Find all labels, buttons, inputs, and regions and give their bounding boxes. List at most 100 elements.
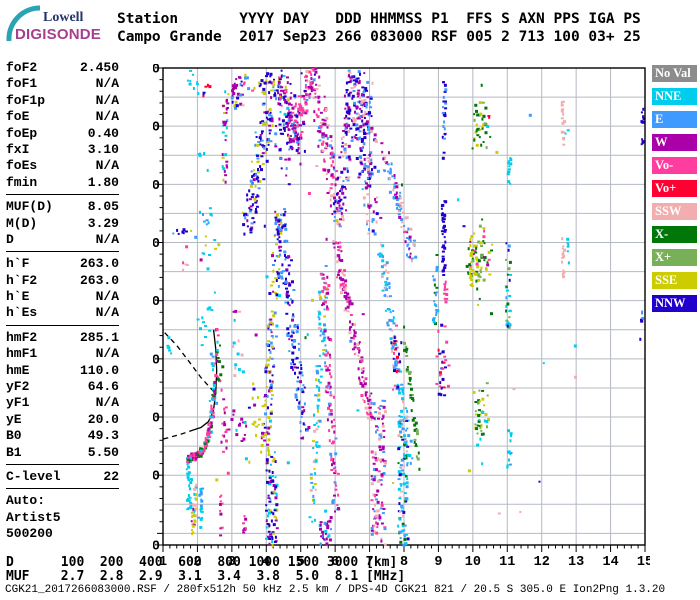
parameter-row: foE N/A xyxy=(6,109,119,125)
parameter-label: hmF1 xyxy=(6,346,38,362)
parameter-value: N/A xyxy=(95,158,119,174)
autoscaling-info-line: Auto: xyxy=(6,493,46,509)
parameter-value: 110.0 xyxy=(79,362,119,378)
legend-item-x-: X- xyxy=(652,226,697,243)
parameter-value: 3.10 xyxy=(87,141,119,157)
parameter-row: hmF2 285.1 xyxy=(6,330,119,346)
muf-row: MUF 2.7 2.8 2.9 3.1 3.4 3.8 5.0 8.1 [MHz… xyxy=(6,568,406,584)
panel-divider xyxy=(6,463,119,465)
parameter-row: h`F 263.0 xyxy=(6,256,119,272)
x-axis-label-12: 12 xyxy=(534,555,550,570)
legend-item-vo-: Vo- xyxy=(652,157,697,174)
parameter-row: hmF1 N/A xyxy=(6,346,119,362)
parameter-label: C-level xyxy=(6,468,61,484)
logo-digisonde-text: DIGISONDE xyxy=(15,26,101,43)
legend-item-ssw: SSW xyxy=(652,203,697,220)
parameter-row: fxI 3.10 xyxy=(6,142,119,158)
ionogram-plot: 9008007006005004003002008012345678910111… xyxy=(153,64,650,570)
legend-item-nne: NNE xyxy=(652,88,697,105)
parameter-value: 22 xyxy=(103,468,119,484)
x-axis-label-14: 14 xyxy=(602,555,618,570)
parameter-label: foE xyxy=(6,109,30,125)
status-line: CGK21_2017266083000.RSF / 280fx512h 50 k… xyxy=(5,584,666,596)
profile-dashed-upper xyxy=(164,332,216,394)
parameter-label: h`E xyxy=(6,289,30,305)
parameter-row: foEp 0.40 xyxy=(6,126,119,142)
legend-item-w: W xyxy=(652,134,697,151)
panel-divider xyxy=(6,194,119,196)
parameter-value: N/A xyxy=(95,92,119,108)
legend-item-x+: X+ xyxy=(652,249,697,266)
parameter-label: foF1 xyxy=(6,76,38,92)
x-axis-label-11: 11 xyxy=(499,555,515,570)
panel-divider xyxy=(6,324,119,326)
parameter-label: foF1p xyxy=(6,92,46,108)
x-axis-label-9: 9 xyxy=(434,555,442,570)
parameter-row: h`Es N/A xyxy=(6,305,119,321)
parameter-row: foF2 2.450 xyxy=(6,60,119,76)
parameter-label: hmE xyxy=(6,362,30,378)
parameter-label: yE xyxy=(6,411,22,427)
header-line-1: Station YYYY DAY DDD HHMMSS P1 FFS S AXN… xyxy=(117,11,641,27)
y-axis-label-300: 300 xyxy=(153,412,160,427)
parameter-label: M(D) xyxy=(6,215,38,231)
parameter-label: hmF2 xyxy=(6,329,38,345)
parameter-value: 1.80 xyxy=(87,174,119,190)
parameter-row: yF2 64.6 xyxy=(6,379,119,395)
parameter-value: 0.40 xyxy=(87,125,119,141)
parameter-value: N/A xyxy=(95,231,119,247)
parameter-label: D xyxy=(6,231,14,247)
parameter-value: 5.50 xyxy=(87,444,119,460)
parameter-row: fmin 1.80 xyxy=(6,175,119,191)
legend-item-vo+: Vo+ xyxy=(652,180,697,197)
parameter-value: 2.450 xyxy=(79,60,119,75)
parameter-value: 20.0 xyxy=(87,411,119,427)
parameter-row: hmE 110.0 xyxy=(6,363,119,379)
d-muf-table: D 100 200 400 600 800 1000 1500 3000 [km… xyxy=(6,556,405,583)
y-axis-label-800: 800 xyxy=(153,121,160,136)
y-axis-label-80: 80 xyxy=(153,540,160,555)
parameter-row: foF1 N/A xyxy=(6,76,119,92)
parameter-label: h`F xyxy=(6,256,30,272)
parameter-value: N/A xyxy=(95,76,119,92)
parameter-row: h`F2 263.0 xyxy=(6,273,119,289)
parameter-value: 285.1 xyxy=(79,329,119,345)
y-axis-label-700: 700 xyxy=(153,179,160,194)
parameter-row: B0 49.3 xyxy=(6,428,119,444)
lowell-digisonde-logo: Lowell DIGISONDE xyxy=(4,4,116,46)
parameter-label: yF2 xyxy=(6,379,30,395)
parameter-row: foF1p N/A xyxy=(6,93,119,109)
parameter-label: foF2 xyxy=(6,60,38,75)
parameter-value: 263.0 xyxy=(79,256,119,272)
parameter-row: foEs N/A xyxy=(6,158,119,174)
parameter-row: MUF(D) 8.05 xyxy=(6,199,119,215)
autoscaling-info-line: Artist5 xyxy=(6,509,61,525)
y-axis-label-600: 600 xyxy=(153,237,160,252)
y-axis-label-400: 400 xyxy=(153,353,160,368)
x-axis-label-15: 15 xyxy=(637,555,650,570)
parameter-label: yF1 xyxy=(6,395,30,411)
parameter-label: fxI xyxy=(6,141,30,157)
parameter-value: 263.0 xyxy=(79,272,119,288)
parameter-label: foEp xyxy=(6,125,38,141)
parameter-row: yE 20.0 xyxy=(6,412,119,428)
panel-divider xyxy=(6,251,119,253)
parameter-label: fmin xyxy=(6,174,38,190)
parameter-value: N/A xyxy=(95,305,119,321)
parameter-value: N/A xyxy=(95,289,119,305)
parameter-value: N/A xyxy=(95,346,119,362)
parameter-value: 3.29 xyxy=(87,215,119,231)
parameter-value: 49.3 xyxy=(87,428,119,444)
parameter-row: C-level 22 xyxy=(6,469,119,485)
parameter-row: yF1 N/A xyxy=(6,395,119,411)
y-axis-label-200: 200 xyxy=(153,470,160,485)
station-header: Station YYYY DAY DDD HHMMSS P1 FFS S AXN… xyxy=(117,10,641,46)
parameter-row: D N/A xyxy=(6,232,119,248)
parameter-label: h`F2 xyxy=(6,272,38,288)
parameter-value: 64.6 xyxy=(87,379,119,395)
legend-item-nnw: NNW xyxy=(652,295,697,312)
parameter-label: MUF(D) xyxy=(6,199,53,215)
x-axis-label-13: 13 xyxy=(568,555,584,570)
parameter-panel: foF2 2.450 foF1 N/A foF1p N/A foE N/A foEp 0.40 fx… xyxy=(6,60,119,543)
panel-divider xyxy=(6,488,119,490)
